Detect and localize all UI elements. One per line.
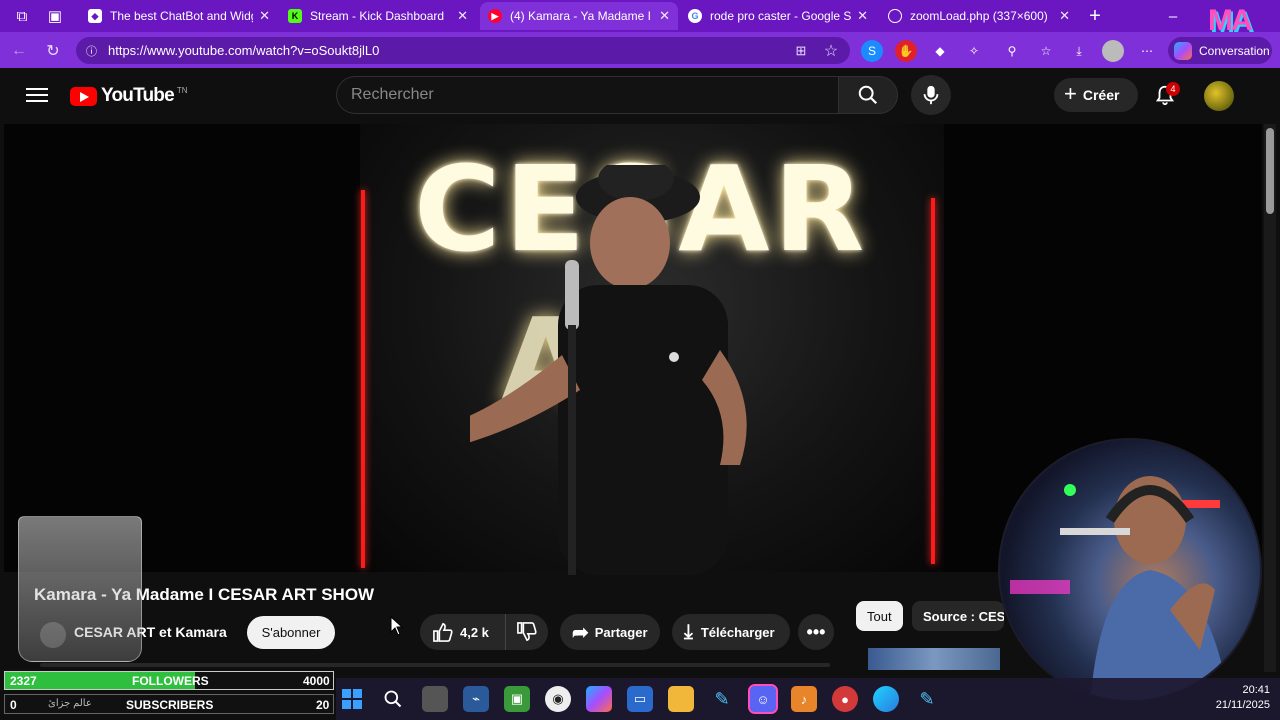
followers-current: 2327	[10, 674, 37, 688]
red-neon-light-right	[931, 198, 935, 564]
filter-chip-source[interactable]: Source : CESA	[912, 601, 1004, 631]
copilot-app-icon[interactable]	[586, 686, 612, 712]
thumbs-down-icon	[517, 622, 537, 642]
edge-browser-icon[interactable]	[873, 686, 899, 712]
address-bar[interactable]: ⓘ https://www.youtube.com/watch?v=oSoukt…	[76, 37, 850, 64]
filter-chip-all[interactable]: Tout	[856, 601, 903, 631]
close-tab-icon[interactable]: ✕	[1059, 8, 1070, 24]
search-icon	[858, 85, 878, 105]
clock-time: 20:41	[1242, 684, 1270, 696]
profile-icon[interactable]	[1102, 40, 1124, 62]
copilot-icon	[1174, 41, 1192, 60]
streamlabs-second-icon[interactable]: ✎	[914, 686, 940, 712]
copilot-conversation-button[interactable]: Conversation	[1168, 37, 1272, 64]
youtube-logo[interactable]: YouTube TN	[70, 84, 188, 108]
scrollbar-thumb[interactable]	[1266, 128, 1274, 214]
subscribers-current: 0	[10, 698, 17, 712]
obs-studio-icon[interactable]: ◉	[545, 686, 571, 712]
close-tab-icon[interactable]: ✕	[259, 8, 270, 24]
discord-icon[interactable]: ☺	[748, 684, 778, 714]
file-explorer-icon[interactable]	[668, 686, 694, 712]
dislike-button[interactable]	[506, 614, 548, 650]
microphone-icon	[923, 85, 939, 105]
diamond-icon: ◆	[88, 9, 102, 23]
notification-badge: 4	[1166, 82, 1180, 96]
close-tab-icon[interactable]: ✕	[659, 8, 670, 24]
split-screen-icon[interactable]: ⚲	[1001, 40, 1023, 62]
like-button[interactable]: 4,2 k	[420, 614, 506, 650]
search-button[interactable]	[838, 76, 898, 114]
menu-hamburger-icon[interactable]	[26, 84, 48, 106]
like-dislike-group: 4,2 k	[420, 614, 548, 650]
browser-tab-google[interactable]: G rode pro caster - Google Sea ✕	[680, 2, 876, 30]
extensions-puzzle-icon[interactable]: ✧	[963, 40, 985, 62]
streamer-figure	[1010, 476, 1230, 700]
account-avatar[interactable]	[1204, 81, 1234, 111]
thumbs-up-icon	[433, 622, 453, 642]
glass-overlay-image	[18, 516, 142, 662]
create-button[interactable]: + Créer	[1054, 78, 1138, 112]
taskbar-clock[interactable]: 20:41 21/11/2025	[1200, 683, 1270, 713]
shazam-extension-icon[interactable]: S	[861, 40, 883, 62]
more-actions-button[interactable]: •••	[798, 614, 834, 650]
youtube-play-icon	[70, 86, 97, 106]
workspaces-icon[interactable]: ⧉	[13, 7, 31, 25]
download-icon: ⤓	[684, 620, 693, 643]
search-input[interactable]: Rechercher	[336, 76, 838, 114]
description-box-edge	[40, 663, 830, 667]
followers-goal: 4000	[303, 674, 330, 688]
adblock-extension-icon[interactable]: ✋	[895, 40, 917, 62]
android-app-icon[interactable]: ▣	[504, 686, 530, 712]
webcam-overlay	[998, 438, 1262, 702]
followers-label: FOLLOWERS	[132, 674, 209, 688]
url-text: https://www.youtube.com/watch?v=oSoukt8j…	[108, 43, 380, 58]
task-view-icon[interactable]	[422, 686, 448, 712]
kick-icon: K	[288, 9, 302, 23]
back-arrow-icon[interactable]: ←	[8, 40, 30, 62]
minimize-icon[interactable]: –	[1164, 7, 1182, 25]
browser-tab-youtube[interactable]: ▶ (4) Kamara - Ya Madame I CE ✕	[480, 2, 678, 30]
taskbar-search-icon[interactable]	[380, 686, 406, 712]
reload-icon[interactable]: ↻	[42, 40, 64, 62]
more-horizontal-icon: •••	[806, 621, 826, 642]
voice-search-button[interactable]	[911, 75, 951, 115]
browser-tab-zoomload[interactable]: zoomLoad.php (337×600) ✕	[880, 2, 1078, 30]
share-arrow-icon: ➦	[572, 621, 589, 644]
tab-actions-icon[interactable]: ▣	[46, 7, 64, 25]
site-info-icon[interactable]: ⓘ	[86, 43, 100, 59]
youtube-icon: ▶	[488, 9, 502, 23]
diamond-extension-icon[interactable]: ◆	[929, 40, 951, 62]
red-neon-light-left	[361, 190, 365, 568]
plus-icon: +	[1064, 81, 1077, 106]
share-button[interactable]: ➦ Partager	[560, 614, 660, 650]
close-tab-icon[interactable]: ✕	[457, 8, 468, 24]
app-install-icon[interactable]: ⊞	[790, 40, 812, 62]
performer-figure	[470, 165, 747, 575]
close-tab-icon[interactable]: ✕	[857, 8, 868, 24]
google-icon: G	[688, 9, 702, 23]
globe-icon	[888, 9, 902, 23]
screen-capture-icon[interactable]: ▭	[627, 686, 653, 712]
favorite-star-icon[interactable]: ☆	[820, 40, 842, 62]
recording-app-icon[interactable]: ●	[832, 686, 858, 712]
fl-studio-icon[interactable]: ♪	[791, 686, 817, 712]
subscribers-label: SUBSCRIBERS	[126, 698, 214, 712]
new-tab-icon[interactable]: +	[1086, 5, 1104, 27]
subscribers-caption: عالم جزائ	[48, 698, 92, 709]
streamlabs-icon[interactable]: ✎	[709, 686, 735, 712]
subscribers-goal: 20	[316, 698, 330, 712]
download-button[interactable]: ⤓ Télécharger	[672, 614, 790, 650]
clock-date: 21/11/2025	[1215, 699, 1270, 711]
collections-icon[interactable]: ☆	[1035, 40, 1057, 62]
more-menu-icon[interactable]: ⋯	[1136, 40, 1158, 62]
recommended-video-thumbnail[interactable]	[868, 648, 1000, 670]
downloads-icon[interactable]: ⤓	[1068, 40, 1090, 62]
browser-tab-kick[interactable]: K Stream - Kick Dashboard ✕	[280, 2, 476, 30]
windows-start-icon[interactable]	[339, 686, 365, 712]
remote-desktop-icon[interactable]: ⌁	[463, 686, 489, 712]
browser-tab-chatbot[interactable]: ◆ The best ChatBot and Widge ✕	[80, 2, 278, 30]
mouse-cursor-icon	[390, 616, 404, 636]
subscribe-button[interactable]: S'abonner	[247, 616, 335, 649]
